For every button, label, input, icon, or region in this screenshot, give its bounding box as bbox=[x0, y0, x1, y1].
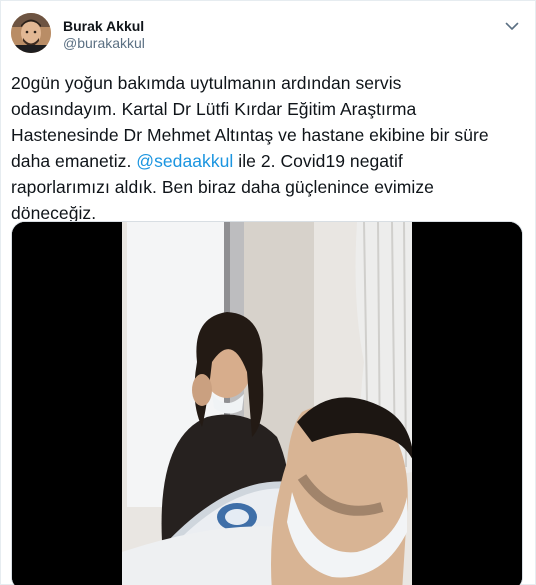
avatar[interactable] bbox=[11, 13, 51, 53]
tweet-text: 20gün yoğun bakımda uytulmanın ardından … bbox=[11, 70, 527, 226]
mention-link[interactable]: @sedaakkul bbox=[136, 151, 233, 171]
tweet-line: odasındayım. Kartal Dr Lütfi Kırdar Eğit… bbox=[11, 99, 417, 119]
author-handle[interactable]: @burakakkul bbox=[63, 35, 145, 51]
more-options-button[interactable] bbox=[501, 15, 523, 37]
author-name[interactable]: Burak Akkul bbox=[63, 18, 144, 34]
tweet-line: raporlarımızı aldık. Ben biraz daha güçl… bbox=[11, 177, 434, 197]
tweet-line: 20gün yoğun bakımda uytulmanın ardından … bbox=[11, 73, 402, 93]
tweet-media-video[interactable] bbox=[11, 221, 523, 585]
tweet-text-segment: daha emanetiz. bbox=[11, 151, 137, 171]
tweet-text-segment: ile 2. Covid19 negatif bbox=[233, 151, 403, 171]
tweet-card: Burak Akkul @burakakkul 20gün yoğun bakı… bbox=[0, 0, 536, 585]
chevron-down-icon bbox=[505, 22, 519, 30]
avatar-image bbox=[11, 13, 51, 53]
tweet-line: Hastenesinde Dr Mehmet Altıntaş ve hasta… bbox=[11, 125, 489, 145]
tweet-line: daha emanetiz. @sedaakkul ile 2. Covid19… bbox=[11, 148, 527, 174]
video-frame bbox=[12, 222, 522, 585]
